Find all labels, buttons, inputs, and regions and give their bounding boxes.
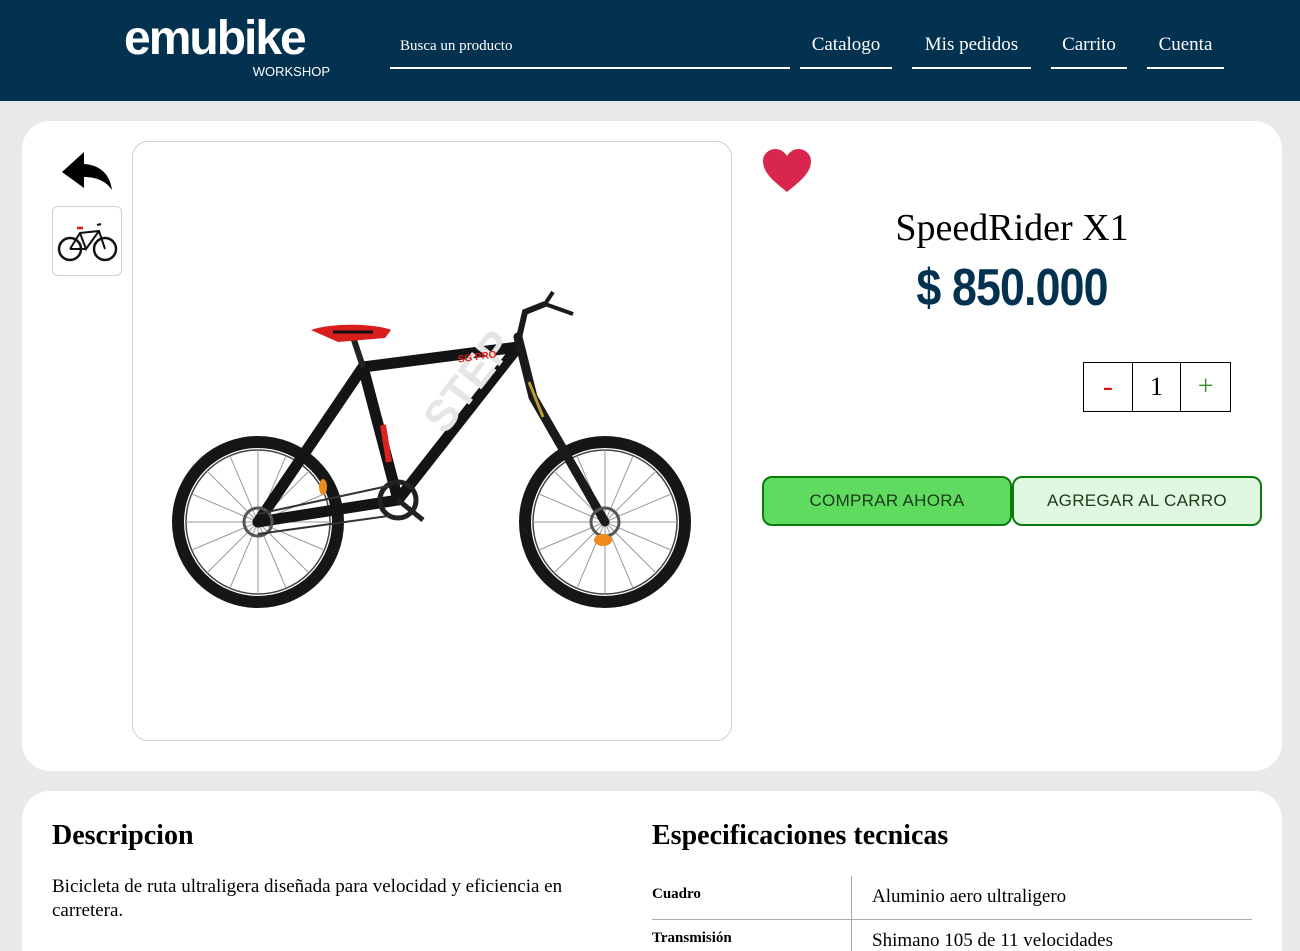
spec-key: Cuadro bbox=[652, 876, 852, 919]
add-to-cart-button[interactable]: AGREGAR AL CARRO bbox=[1012, 476, 1262, 526]
specs-heading: Especificaciones tecnicas bbox=[652, 820, 949, 851]
product-title: SpeedRider X1 bbox=[895, 207, 1129, 249]
bike-image: STEP SG PRO bbox=[172, 290, 691, 608]
product-main-image: STEP SG PRO bbox=[132, 141, 732, 741]
nav-cuenta[interactable]: Cuenta bbox=[1147, 26, 1224, 69]
quantity-increase-button[interactable]: + bbox=[1181, 363, 1230, 411]
specs-table: Cuadro Aluminio aero ultraligero Transmi… bbox=[652, 876, 1252, 951]
spec-value: Aluminio aero ultraligero bbox=[872, 886, 1067, 907]
back-arrow-icon[interactable] bbox=[60, 150, 116, 194]
thumbnail-bike-image bbox=[57, 223, 118, 262]
product-thumbnail[interactable] bbox=[52, 206, 122, 276]
site-logo[interactable]: emubike WORKSHOP bbox=[124, 14, 334, 80]
search-bar bbox=[390, 26, 790, 69]
spec-row: Cuadro Aluminio aero ultraligero bbox=[652, 876, 1252, 920]
logo-subtext: WORKSHOP bbox=[253, 64, 330, 79]
top-header: emubike WORKSHOP Catalogo Mis pedidos Ca… bbox=[0, 0, 1300, 101]
description-heading: Descripcion bbox=[52, 820, 194, 851]
nav-mis-pedidos[interactable]: Mis pedidos bbox=[912, 26, 1031, 69]
quantity-value[interactable]: 1 bbox=[1133, 363, 1182, 411]
product-price: $ 850.000 bbox=[916, 259, 1108, 317]
spec-row: Transmisión Shimano 105 de 11 velocidade… bbox=[652, 920, 1252, 951]
spec-value: Shimano 105 de 11 velocidades bbox=[872, 930, 1113, 951]
nav-carrito[interactable]: Carrito bbox=[1051, 26, 1127, 69]
buy-now-button[interactable]: COMPRAR AHORA bbox=[762, 476, 1012, 526]
quantity-decrease-button[interactable]: - bbox=[1084, 363, 1133, 411]
logo-wordmark: emubike bbox=[124, 14, 306, 65]
quantity-stepper: - 1 + bbox=[1083, 362, 1231, 412]
frame-brand-text: STEP bbox=[414, 321, 523, 442]
heart-icon[interactable] bbox=[762, 148, 812, 194]
search-input[interactable] bbox=[390, 26, 790, 66]
description-text: Bicicleta de ruta ultraligera diseñada p… bbox=[52, 876, 563, 921]
spec-key: Transmisión bbox=[652, 920, 852, 951]
nav-catalogo[interactable]: Catalogo bbox=[800, 26, 892, 69]
